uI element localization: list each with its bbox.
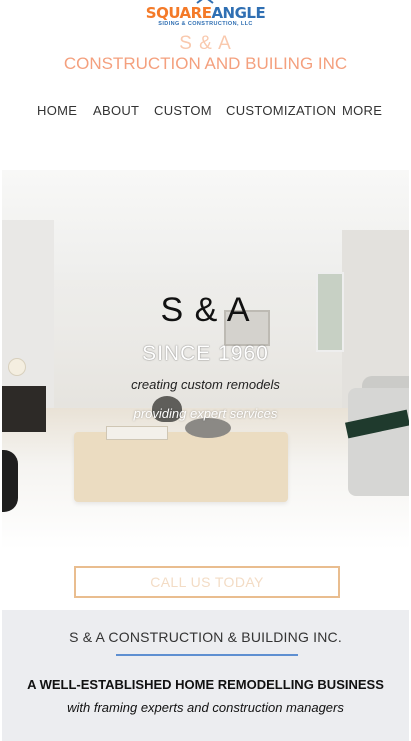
call-us-button[interactable]: CALL US TODAY xyxy=(74,566,340,598)
hero-title: S & A xyxy=(160,291,251,329)
hero-coffee-table xyxy=(74,432,288,502)
main-nav: HOME ABOUT CUSTOM CUSTOMIZATION MORE xyxy=(0,103,411,119)
about-headline: A WELL-ESTABLISHED HOME REMODELLING BUSI… xyxy=(27,677,384,692)
company-name: CONSTRUCTION AND BUILING INC xyxy=(63,54,348,73)
about-subline: with framing experts and construction ma… xyxy=(67,700,344,715)
logo-tagline: SIDING & CONSTRUCTION, LLC xyxy=(158,21,253,27)
hero-since: SINCE 1960 xyxy=(142,342,269,365)
logo-word-square: SQUARE xyxy=(145,4,212,22)
about-section: S & A CONSTRUCTION & BUILDING INC. A WEL… xyxy=(2,610,409,741)
about-title: S & A CONSTRUCTION & BUILDING INC. xyxy=(69,629,342,645)
nav-item-more[interactable]: MORE xyxy=(342,103,382,119)
logo-wordmark: SQUAREANGLE xyxy=(0,5,411,21)
hero-chair xyxy=(2,450,18,512)
nav-item-about[interactable]: ABOUT xyxy=(93,103,139,119)
nav-item-home[interactable]: HOME xyxy=(37,103,77,119)
hero-sofa xyxy=(348,388,409,496)
site-logo[interactable]: SQUAREANGLE SIDING & CONSTRUCTION, LLC xyxy=(0,0,411,34)
nav-item-customization[interactable]: CUSTOMIZATION xyxy=(226,103,336,119)
hero-books xyxy=(106,426,168,440)
logo-word-angle: ANGLE xyxy=(211,4,266,22)
brand-name: S & A xyxy=(179,33,232,54)
about-divider xyxy=(116,654,298,656)
hero-tagline-primary: creating custom remodels xyxy=(131,377,280,392)
nav-item-custom[interactable]: CUSTOM xyxy=(154,103,212,119)
hero-banner: S & A SINCE 1960 creating custom remodel… xyxy=(2,170,409,550)
hero-tagline-secondary: providing expert services xyxy=(133,406,278,421)
